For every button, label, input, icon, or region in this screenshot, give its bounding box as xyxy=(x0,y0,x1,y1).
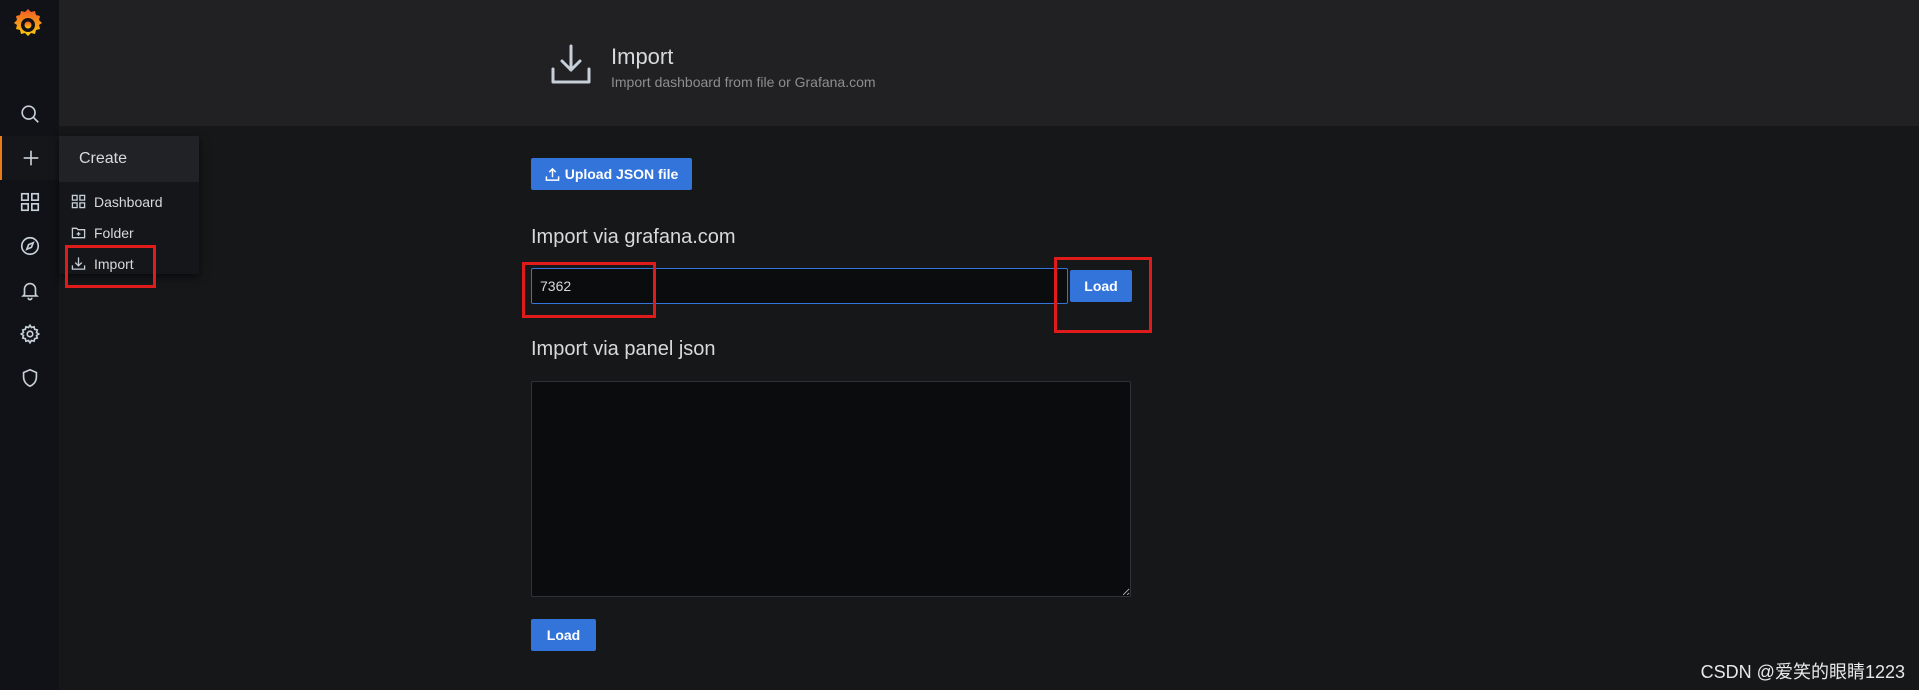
compass-icon[interactable] xyxy=(0,224,59,268)
shield-icon[interactable] xyxy=(0,356,59,400)
menu-item-label: Folder xyxy=(94,224,134,241)
annotation-box-import xyxy=(65,245,156,288)
gear-icon[interactable] xyxy=(0,312,59,356)
annotation-box-load xyxy=(1054,257,1152,333)
plus-icon[interactable] xyxy=(0,136,59,180)
upload-json-label: Upload JSON file xyxy=(564,166,679,182)
import-icon xyxy=(548,42,594,88)
menu-item-dashboard[interactable]: Dashboard xyxy=(59,186,199,217)
panel-json-textarea[interactable] xyxy=(531,381,1131,597)
page-title: Import xyxy=(611,44,674,69)
watermark: CSDN @爱笑的眼睛1223 xyxy=(1700,662,1905,682)
annotation-box-id-input xyxy=(522,262,656,318)
panel-json-load-button[interactable]: Load xyxy=(531,619,596,651)
page-subtitle: Import dashboard from file or Grafana.co… xyxy=(611,74,876,90)
grafana-com-section-title: Import via grafana.com xyxy=(531,226,736,248)
sidebar xyxy=(0,0,59,690)
search-icon[interactable] xyxy=(0,92,59,136)
bell-icon[interactable] xyxy=(0,268,59,312)
menu-item-label: Dashboard xyxy=(94,193,163,210)
upload-icon xyxy=(545,167,560,181)
upload-json-button[interactable]: Upload JSON file xyxy=(531,158,692,190)
folder-plus-icon xyxy=(71,227,86,239)
page-header: Import Import dashboard from file or Gra… xyxy=(59,0,1919,126)
menu-item-folder[interactable]: Folder xyxy=(59,217,199,248)
grafana-logo[interactable] xyxy=(10,6,46,42)
dashboards-icon[interactable] xyxy=(0,180,59,224)
apps-icon xyxy=(71,194,86,209)
create-menu-header[interactable]: Create xyxy=(59,136,199,182)
panel-json-section-title: Import via panel json xyxy=(531,338,716,360)
